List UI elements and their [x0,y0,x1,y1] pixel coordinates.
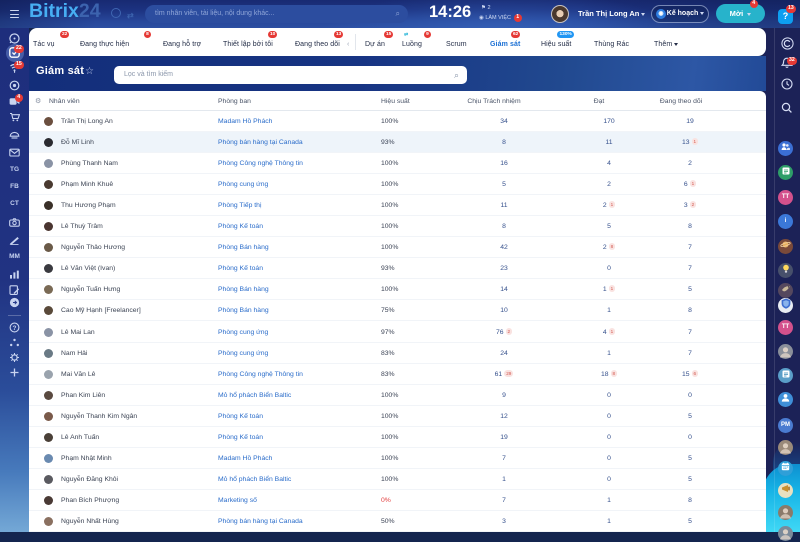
svg-text:?: ? [13,324,17,331]
